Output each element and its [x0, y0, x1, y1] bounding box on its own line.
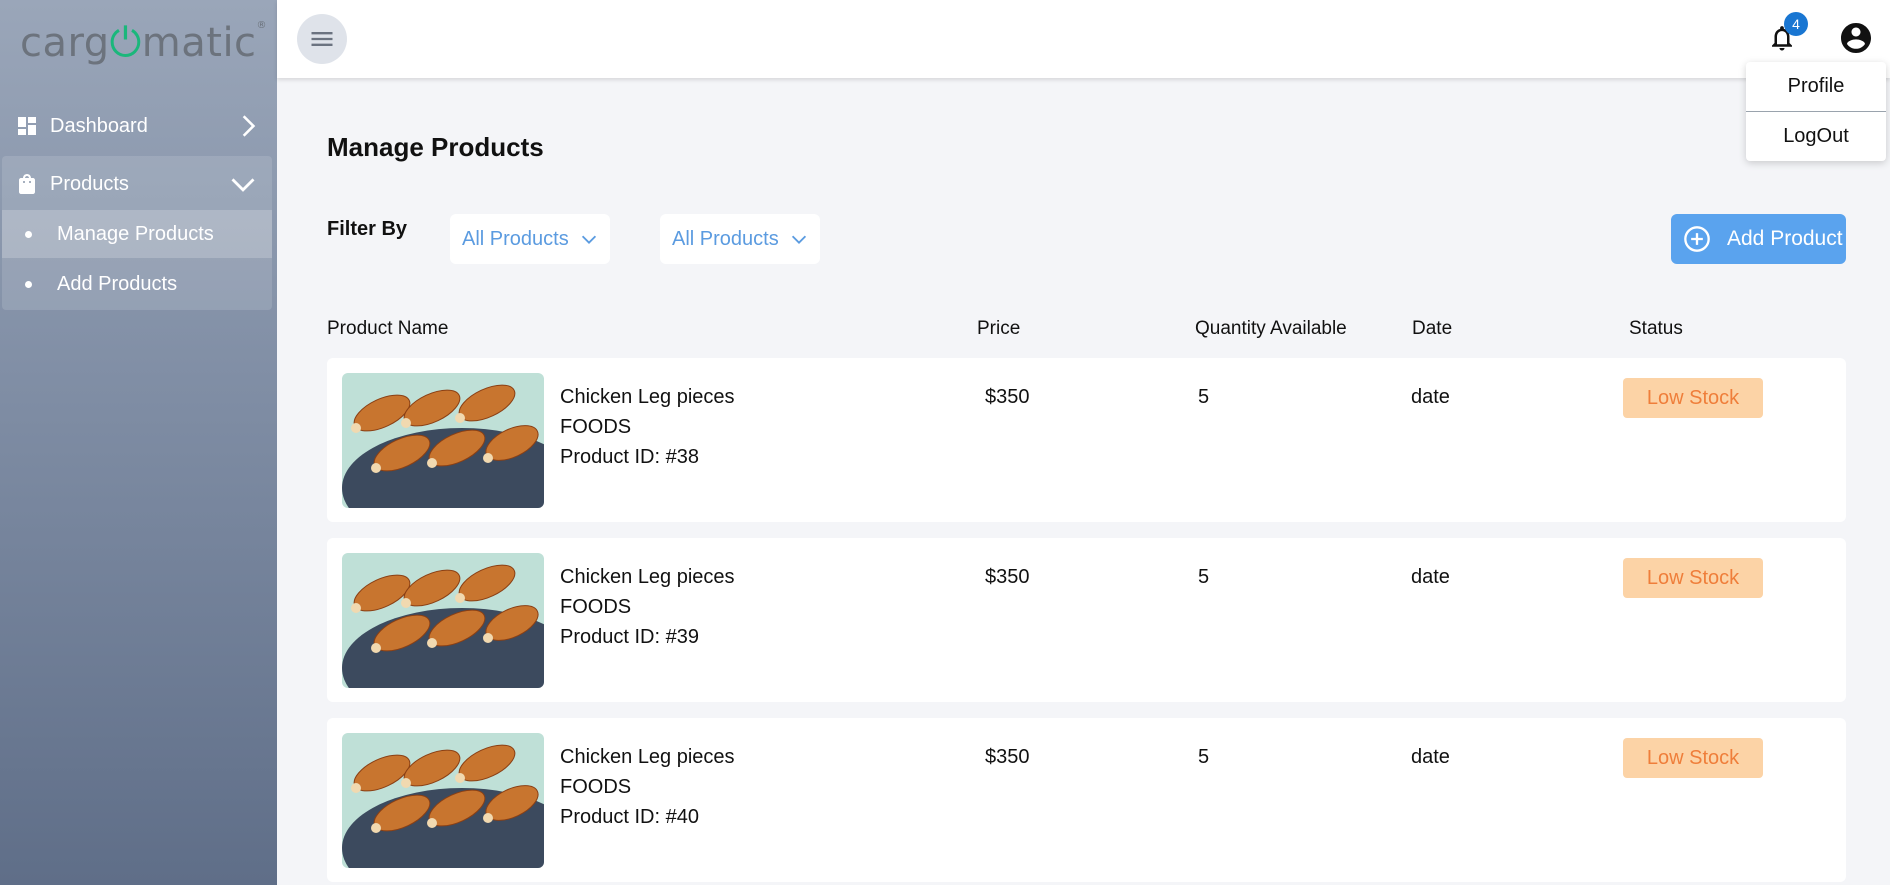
status-badge: Low Stock [1623, 378, 1763, 418]
logo-power-icon: ⏻ [109, 20, 142, 66]
filter-select-2[interactable]: All Products [660, 214, 820, 264]
add-product-button[interactable]: Add Product [1671, 214, 1846, 264]
product-category: FOODS [560, 416, 632, 438]
sidebar-subitem-add-products[interactable]: Add Products [2, 260, 272, 308]
bullet-icon [25, 280, 32, 288]
column-header-product-name: Product Name [327, 318, 449, 339]
product-image [342, 373, 544, 508]
app-root: carg⏻matic® Dashboard Products Manage Pr… [0, 0, 1890, 885]
column-header-price: Price [977, 318, 1021, 339]
product-quantity: 5 [1198, 746, 1210, 768]
product-category: FOODS [560, 776, 632, 798]
dashboard-icon [14, 113, 40, 139]
sidebar-item-label: Dashboard [50, 114, 148, 137]
sidebar-item-dashboard[interactable]: Dashboard [0, 98, 277, 154]
product-category: FOODS [560, 596, 632, 618]
product-image [342, 733, 544, 868]
hamburger-menu-button[interactable] [297, 14, 347, 64]
column-header-date: Date [1412, 318, 1453, 339]
product-price: $350 [985, 566, 1030, 588]
sidebar-item-label: Products [50, 172, 129, 195]
sidebar-group-products: Products Manage Products Add Products [2, 156, 272, 310]
column-header-quantity: Quantity Available [1195, 318, 1347, 339]
sidebar: carg⏻matic® Dashboard Products Manage Pr… [0, 0, 277, 885]
logo: carg⏻matic® [20, 20, 267, 70]
product-date: date [1411, 746, 1450, 768]
bullet-icon [25, 230, 32, 238]
table-row[interactable]: Chicken Leg pieces FOODS Product ID: #40… [327, 718, 1846, 882]
table-row[interactable]: Chicken Leg pieces FOODS Product ID: #39… [327, 538, 1846, 702]
menu-item-logout[interactable]: LogOut [1746, 112, 1886, 161]
product-image [342, 553, 544, 688]
add-product-label: Add Product [1727, 227, 1843, 250]
product-price: $350 [985, 746, 1030, 768]
sidebar-subitem-manage-products[interactable]: Manage Products [2, 210, 272, 258]
table-row[interactable]: Chicken Leg pieces FOODS Product ID: #38… [327, 358, 1846, 522]
chevron-down-icon [228, 169, 258, 199]
product-name: Chicken Leg pieces [560, 746, 735, 768]
sidebar-item-products[interactable]: Products [0, 156, 272, 212]
account-circle-icon [1841, 23, 1871, 53]
logo-text-right: matic [141, 20, 257, 66]
status-badge: Low Stock [1623, 738, 1763, 778]
sidebar-subitem-label: Manage Products [57, 222, 214, 245]
account-button[interactable] [1838, 20, 1874, 56]
top-header: 4 [277, 0, 1890, 78]
chevron-right-icon [233, 111, 263, 141]
filter-select-value: All Products [672, 227, 779, 250]
notification-count-badge: 4 [1784, 12, 1808, 36]
add-circle-icon [1684, 226, 1710, 252]
menu-icon [311, 32, 333, 46]
product-id: Product ID: #38 [560, 446, 699, 468]
product-name: Chicken Leg pieces [560, 566, 735, 588]
menu-item-profile[interactable]: Profile [1746, 62, 1886, 111]
chevron-down-icon [791, 235, 807, 244]
product-date: date [1411, 386, 1450, 408]
chevron-down-icon [581, 235, 597, 244]
filter-select-value: All Products [462, 227, 569, 250]
logo-text-left: carg [20, 20, 110, 66]
product-price: $350 [985, 386, 1030, 408]
product-id: Product ID: #40 [560, 806, 699, 828]
shopping-bag-icon [14, 171, 40, 197]
product-date: date [1411, 566, 1450, 588]
sidebar-subitem-label: Add Products [57, 272, 178, 295]
product-quantity: 5 [1198, 566, 1210, 588]
page-title: Manage Products [327, 132, 544, 162]
filter-select-1[interactable]: All Products [450, 214, 610, 264]
column-header-status: Status [1629, 318, 1683, 339]
product-id: Product ID: #39 [560, 626, 699, 648]
filter-label: Filter By [327, 218, 408, 240]
product-quantity: 5 [1198, 386, 1210, 408]
logo-registered-mark: ® [256, 20, 268, 31]
status-badge: Low Stock [1623, 558, 1763, 598]
user-dropdown-menu: Profile LogOut [1746, 62, 1886, 161]
product-name: Chicken Leg pieces [560, 386, 735, 408]
